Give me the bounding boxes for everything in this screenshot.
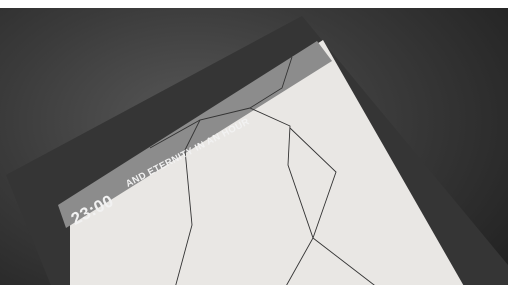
cracked-phone	[6, 16, 508, 288]
photo-scene: 23:00 AND ETERNITY IN AN HOUR	[0, 0, 508, 288]
image-border-top	[0, 0, 508, 8]
